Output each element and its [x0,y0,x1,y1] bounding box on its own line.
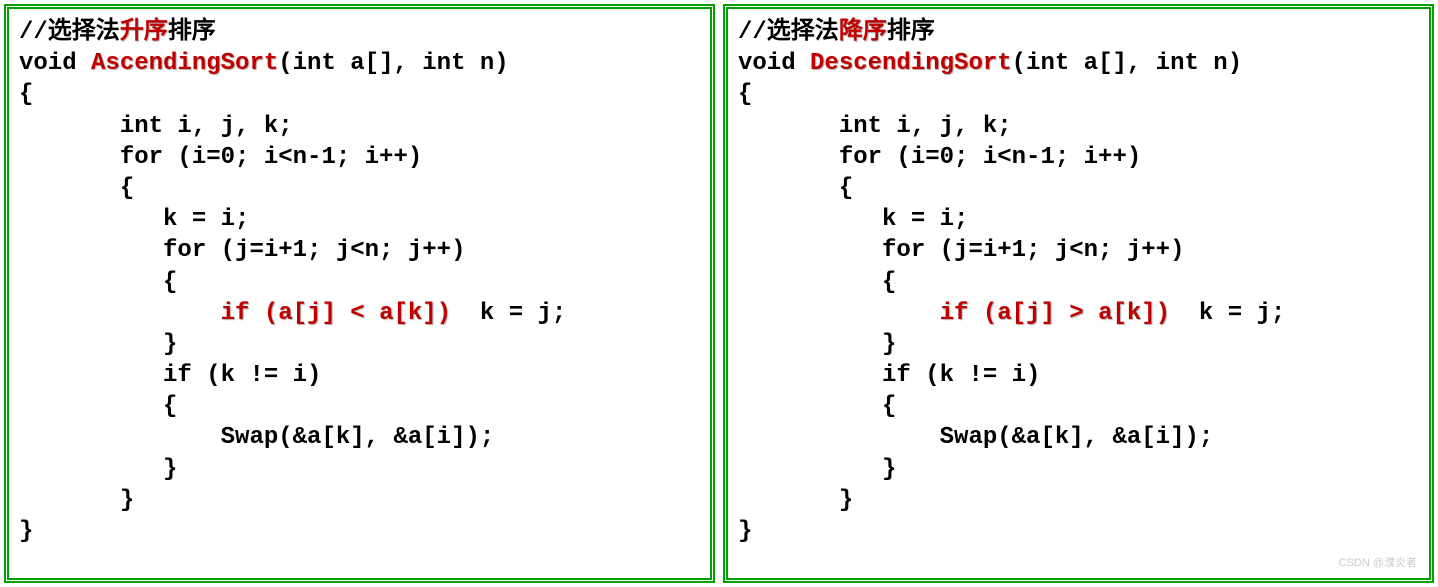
code-line: for (i=0; i<n-1; i++) [19,142,700,173]
code-line: } [19,454,700,485]
code-line: void AscendingSort(int a[], int n) [19,48,700,79]
code-line: { [738,391,1419,422]
comment-line: //选择法降序排序 [738,17,1419,48]
code-line: k = i; [738,204,1419,235]
code-line: } [738,329,1419,360]
comment-suffix: 排序 [168,19,216,46]
code-line: { [19,391,700,422]
code-text: void [19,50,91,77]
code-line: if (a[j] < a[k]) k = j; [19,298,700,329]
code-line: } [738,485,1419,516]
code-line: int i, j, k; [19,111,700,142]
code-line: } [19,516,700,547]
code-line: { [19,267,700,298]
function-name: DescendingSort [810,50,1012,77]
code-line: } [19,329,700,360]
code-line: if (k != i) [19,360,700,391]
code-text: k = j; [465,300,566,327]
code-line: { [738,79,1419,110]
code-text: (int a[], int n) [1012,50,1242,77]
code-line: for (i=0; i<n-1; i++) [738,142,1419,173]
code-line: for (j=i+1; j<n; j++) [738,235,1419,266]
if-condition: if (a[j] < a[k]) [221,300,466,327]
code-line: { [738,267,1419,298]
right-code-panel: //选择法降序排序 void DescendingSort(int a[], i… [723,4,1434,583]
code-text: (int a[], int n) [278,50,508,77]
comment-red-text: 升序 [120,19,168,46]
comment-suffix: 排序 [887,19,935,46]
if-condition: if (a[j] > a[k]) [940,300,1185,327]
code-line: if (a[j] > a[k]) k = j; [738,298,1419,329]
code-line: } [738,454,1419,485]
code-text: void [738,50,810,77]
code-line: { [738,173,1419,204]
code-line: int i, j, k; [738,111,1419,142]
code-line: Swap(&a[k], &a[i]); [19,422,700,453]
watermark: CSDN @濮炎者 [1339,556,1417,570]
code-pad [738,300,940,327]
comment-prefix: //选择法 [19,19,120,46]
code-line: } [19,485,700,516]
code-text: k = j; [1184,300,1285,327]
function-name: AscendingSort [91,50,278,77]
left-code-panel: //选择法升序排序 void AscendingSort(int a[], in… [4,4,715,583]
code-line: Swap(&a[k], &a[i]); [738,422,1419,453]
code-line: if (k != i) [738,360,1419,391]
comment-prefix: //选择法 [738,19,839,46]
code-line: for (j=i+1; j<n; j++) [19,235,700,266]
code-line: { [19,79,700,110]
code-pad [19,300,221,327]
code-line: } [738,516,1419,547]
code-line: void DescendingSort(int a[], int n) [738,48,1419,79]
code-line: k = i; [19,204,700,235]
comment-line: //选择法升序排序 [19,17,700,48]
code-line: { [19,173,700,204]
comment-red-text: 降序 [839,19,887,46]
